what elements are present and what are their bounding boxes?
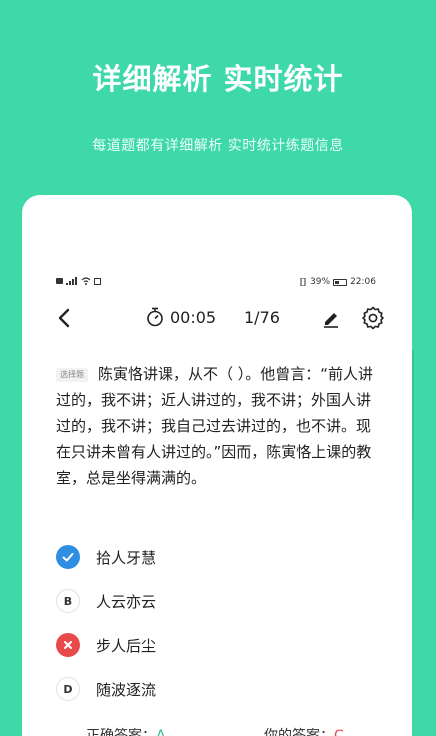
option-a[interactable]: 拾人牙慧 xyxy=(56,535,378,579)
timer-value: 00:05 xyxy=(170,307,217,327)
your-answer: 你的答案：C xyxy=(264,725,344,736)
option-d[interactable]: D 随波逐流 xyxy=(56,667,378,711)
option-c-text: 步人后尘 xyxy=(96,636,157,655)
vibrate-icon xyxy=(300,278,306,286)
your-answer-value: C xyxy=(334,728,344,736)
answer-options: 拾人牙慧 B 人云亦云 步人后尘 D 随波逐流 xyxy=(56,535,378,711)
promo-subtitle: 每道题都有详细解析 实时统计练题信息 xyxy=(92,138,344,154)
settings-gear-icon[interactable] xyxy=(360,305,386,331)
status-right: 39% 22:06 xyxy=(299,277,376,287)
promo-title: 详细解析 实时统计 xyxy=(92,62,344,96)
nfc-icon xyxy=(94,277,101,285)
option-b-letter: B xyxy=(56,589,80,613)
status-time: 22:06 xyxy=(350,277,376,287)
back-arrow-icon[interactable] xyxy=(54,307,76,329)
battery-icon xyxy=(333,278,348,286)
correct-answer: 正确答案：A xyxy=(86,725,166,736)
status-left xyxy=(56,277,101,285)
correct-answer-label: 正确答案： xyxy=(86,728,156,736)
question-stem: 选择题 陈寅恪讲课，从不（ ）。他曾言：“前人讲过的，我不讲；近人讲过的，我不讲；… xyxy=(56,361,378,491)
option-b[interactable]: B 人云亦云 xyxy=(56,579,378,623)
question-text: 陈寅恪讲课，从不（ ）。他曾言：“前人讲过的，我不讲；近人讲过的，我不讲；外国人… xyxy=(56,365,374,487)
sim-icon xyxy=(56,278,63,284)
edit-pen-icon[interactable] xyxy=(320,307,342,329)
option-b-text: 人云亦云 xyxy=(96,592,157,611)
question-type-tag: 选择题 xyxy=(56,368,88,382)
stopwatch-icon xyxy=(147,307,163,327)
correct-answer-value: A xyxy=(156,728,166,736)
option-d-letter: D xyxy=(56,677,80,701)
status-bar: 39% 22:06 xyxy=(56,277,376,291)
cross-icon xyxy=(56,633,80,657)
phone-screen-card: 39% 22:06 00:05 1/76 选择题 陈寅恪讲课，从不（ ）。他曾言… xyxy=(22,195,412,736)
timer: 00:05 xyxy=(146,307,216,327)
your-answer-label: 你的答案： xyxy=(264,728,334,736)
option-a-text: 拾人牙慧 xyxy=(96,548,157,567)
wifi-icon xyxy=(81,277,91,285)
quiz-toolbar: 00:05 1/76 xyxy=(50,305,385,333)
signal-icon xyxy=(66,277,77,285)
question-progress: 1/76 xyxy=(244,308,280,327)
checkmark-icon xyxy=(56,545,80,569)
battery-percent: 39% xyxy=(310,277,331,287)
option-d-text: 随波逐流 xyxy=(96,680,157,699)
option-c[interactable]: 步人后尘 xyxy=(56,623,378,667)
